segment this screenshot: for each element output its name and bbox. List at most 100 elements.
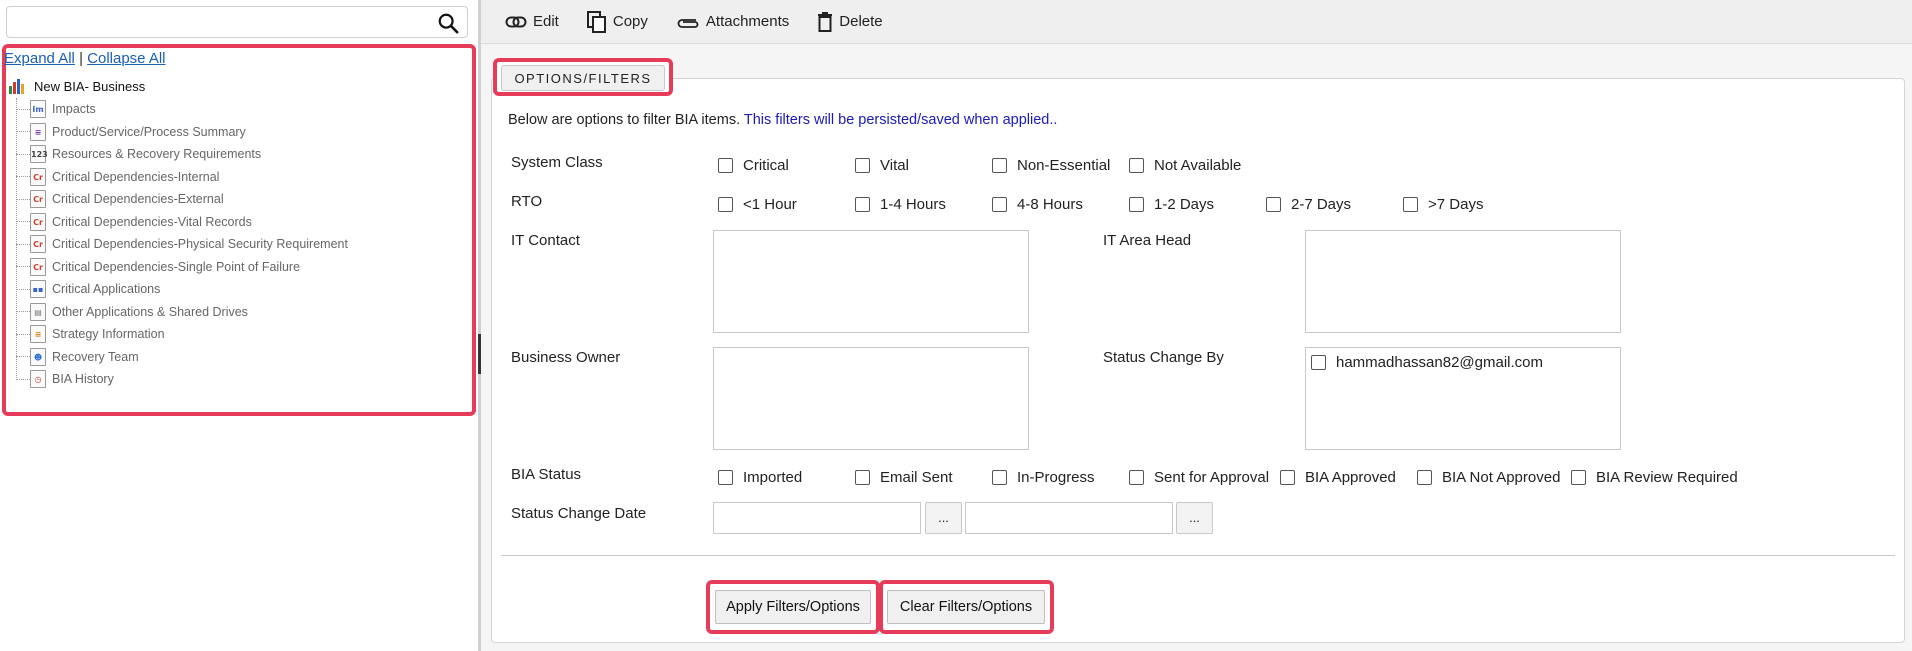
bia-status-option[interactable]: BIA Approved: [1280, 469, 1396, 486]
checkbox[interactable]: [1571, 470, 1586, 485]
tree-item[interactable]: ≡ Strategy Information: [12, 323, 452, 346]
persist-note: This filters will be persisted/saved whe…: [743, 112, 1058, 128]
tree-root-node[interactable]: New BIA- Business: [8, 78, 145, 94]
tree-hook: [16, 266, 30, 268]
checkbox[interactable]: [1129, 158, 1144, 173]
rto-option[interactable]: 2-7 Days: [1266, 196, 1351, 213]
business-owner-listbox[interactable]: [713, 347, 1029, 450]
tree-item-label: Critical Dependencies-Vital Records: [52, 214, 252, 229]
bia-status-option[interactable]: Email Sent: [855, 469, 953, 486]
search-input[interactable]: [13, 10, 433, 34]
tree-item-label: Critical Applications: [52, 282, 161, 297]
document-badge: ≡: [34, 127, 42, 137]
checkbox[interactable]: [718, 158, 733, 173]
checkbox[interactable]: [1129, 197, 1144, 212]
apply-filters-button[interactable]: Apply Filters/Options: [715, 590, 871, 624]
rto-option[interactable]: >7 Days: [1403, 196, 1483, 213]
tree-item[interactable]: ◷ BIA History: [12, 368, 452, 391]
system-class-option[interactable]: Non-Essential: [992, 157, 1110, 174]
tree-item[interactable]: Cr Critical Dependencies-Internal: [12, 166, 452, 189]
system-class-option[interactable]: Not Available: [1129, 157, 1241, 174]
clear-filters-button[interactable]: Clear Filters/Options: [887, 590, 1045, 624]
tree-item-label: Resources & Recovery Requirements: [52, 147, 262, 162]
bia-status-option[interactable]: BIA Review Required: [1571, 469, 1738, 486]
tree-item[interactable]: ▤ Other Applications & Shared Drives: [12, 301, 452, 324]
search-icon[interactable]: [437, 12, 459, 34]
bia-status-option[interactable]: In-Progress: [992, 469, 1095, 486]
checkbox[interactable]: [992, 470, 1007, 485]
search-box: [6, 6, 468, 38]
bia-status-option[interactable]: BIA Not Approved: [1417, 469, 1560, 486]
checkbox[interactable]: [1280, 470, 1295, 485]
tree-item[interactable]: Cr Critical Dependencies-Single Point of …: [12, 256, 452, 279]
bia-status-option[interactable]: Imported: [718, 469, 802, 486]
rto-option[interactable]: 1-2 Days: [1129, 196, 1214, 213]
date-from-picker-button[interactable]: ...: [925, 502, 962, 534]
rto-option[interactable]: 1-4 Hours: [855, 196, 946, 213]
tree-hook: [16, 131, 30, 133]
form-separator: [501, 555, 1895, 556]
document-badge: ▪▪: [32, 285, 44, 295]
tree-item[interactable]: ≡ Product/Service/Process Summary: [12, 121, 452, 144]
tree-item-label: Critical Dependencies-Single Point of Fa…: [52, 259, 301, 274]
delete-button[interactable]: Delete: [817, 11, 883, 32]
checkbox[interactable]: [1417, 470, 1432, 485]
tree-hook: [16, 198, 30, 200]
rto-option[interactable]: <1 Hour: [718, 196, 797, 213]
document-badge: Cr: [33, 262, 43, 272]
tree-item[interactable]: Im Impacts: [12, 98, 452, 121]
copy-button[interactable]: Copy: [586, 10, 648, 33]
option-label: BIA Review Required: [1596, 469, 1738, 486]
it-contact-listbox[interactable]: [713, 230, 1029, 333]
tree-item[interactable]: 123 Resources & Recovery Requirements: [12, 143, 452, 166]
checkbox[interactable]: [718, 470, 733, 485]
checkbox[interactable]: [1129, 470, 1144, 485]
edit-button[interactable]: Edit: [505, 13, 559, 30]
tree-item[interactable]: Cr Critical Dependencies-Vital Records: [12, 211, 452, 234]
document-badge: Cr: [33, 217, 43, 227]
document-icon: ▤: [30, 302, 46, 321]
tree-item[interactable]: ☻ Recovery Team: [12, 346, 452, 369]
link-icon: [505, 16, 527, 27]
tree-list: Im Impacts ≡ Product/Service/Process Summar…: [12, 98, 452, 391]
checkbox[interactable]: [855, 470, 870, 485]
bia-status-option[interactable]: Sent for Approval: [1129, 469, 1269, 486]
expand-all-link[interactable]: Expand All: [4, 50, 75, 67]
status-change-date-from-input[interactable]: [713, 502, 921, 534]
tree-item[interactable]: Cr Critical Dependencies-External: [12, 188, 452, 211]
rto-option[interactable]: 4-8 Hours: [992, 196, 1083, 213]
tree-hook: [16, 356, 30, 358]
checkbox[interactable]: [1311, 355, 1326, 370]
checkbox[interactable]: [718, 197, 733, 212]
option-label: Non-Essential: [1017, 157, 1111, 174]
status-change-date-to-input[interactable]: [965, 502, 1173, 534]
collapse-all-link[interactable]: Collapse All: [87, 50, 165, 67]
option-label: >7 Days: [1428, 196, 1484, 213]
document-icon: Cr: [30, 212, 46, 231]
attachments-button[interactable]: Attachments: [676, 13, 789, 30]
checkbox[interactable]: [1266, 197, 1281, 212]
option-label: 1-4 Hours: [880, 196, 946, 213]
tree-item[interactable]: Cr Critical Dependencies-Physical Securit…: [12, 233, 452, 256]
system-class-option[interactable]: Critical: [718, 157, 789, 174]
option-label: <1 Hour: [743, 196, 797, 213]
tree-hook: [16, 243, 30, 245]
it-area-head-listbox[interactable]: [1305, 230, 1621, 333]
filter-description: Below are options to filter BIA items. T…: [508, 112, 1057, 128]
document-badge: Im: [32, 105, 44, 115]
tree-item[interactable]: ▪▪ Critical Applications: [12, 278, 452, 301]
tree-item-label: Critical Dependencies-Internal: [52, 169, 220, 184]
checkbox[interactable]: [992, 158, 1007, 173]
checkbox[interactable]: [1403, 197, 1418, 212]
checkbox[interactable]: [992, 197, 1007, 212]
tree-hook: [16, 108, 30, 110]
date-to-picker-button[interactable]: ...: [1176, 502, 1213, 534]
link-separator: |: [79, 50, 83, 67]
checkbox[interactable]: [855, 158, 870, 173]
status-change-by-option[interactable]: hammadhassan82@gmail.com: [1311, 354, 1620, 371]
status-change-by-listbox[interactable]: hammadhassan82@gmail.com: [1305, 347, 1621, 450]
option-label: In-Progress: [1017, 469, 1095, 486]
checkbox[interactable]: [855, 197, 870, 212]
document-badge: 123: [31, 150, 48, 160]
system-class-option[interactable]: Vital: [855, 157, 909, 174]
